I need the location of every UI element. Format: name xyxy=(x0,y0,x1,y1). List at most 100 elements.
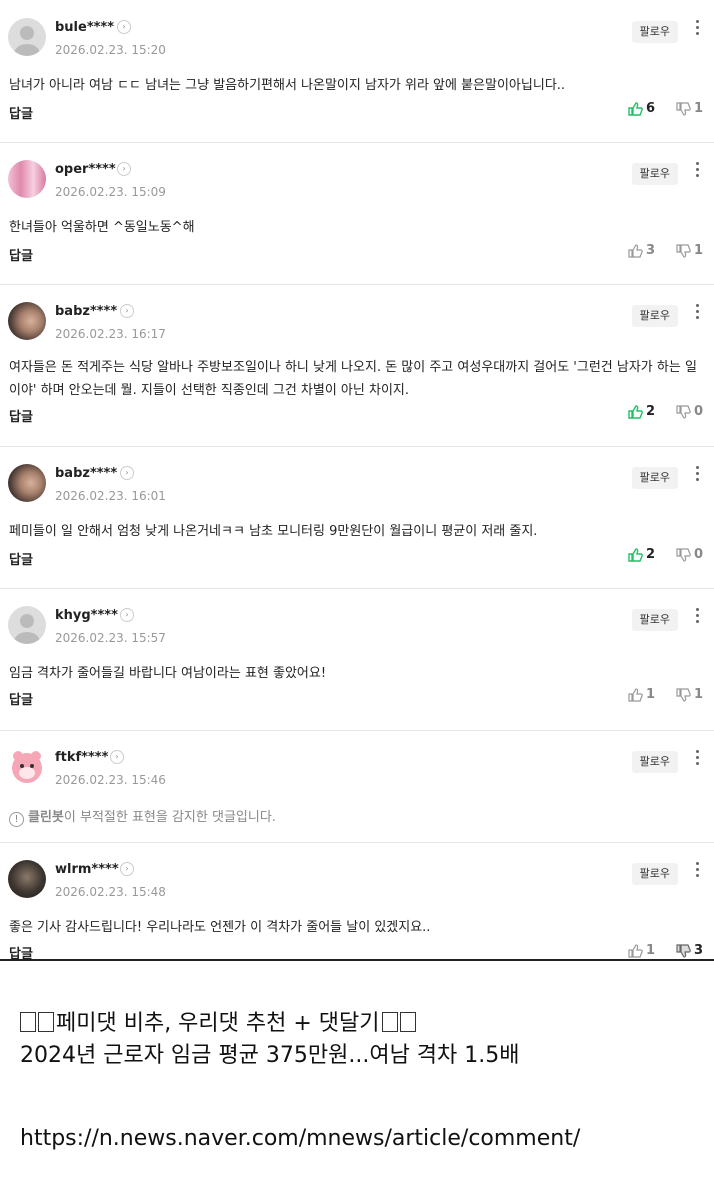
like-count: 1 xyxy=(646,943,656,958)
chevron-right-icon[interactable]: › xyxy=(120,466,134,480)
dislike-count: 1 xyxy=(694,243,704,258)
avatar[interactable] xyxy=(8,860,46,898)
comment-date: 2026.02.23. 15:46 xyxy=(55,773,166,787)
divider xyxy=(0,959,714,961)
caption-line2: 2024년 근로자 임금 평균 375만원...여남 격차 1.5배 xyxy=(20,1043,520,1068)
reply-button[interactable]: 답글 xyxy=(9,689,33,708)
more-options-icon[interactable] xyxy=(696,862,700,880)
comment-text: 여자들은 돈 적게주는 식당 알바나 주방보조일이나 하니 낮게 나오지. 돈 … xyxy=(9,360,697,398)
comment-text: 페미들이 일 안해서 엄청 낮게 나온거네ㅋㅋ 남초 모니터링 9만원단이 월급… xyxy=(9,524,538,539)
avatar[interactable] xyxy=(8,302,46,340)
more-options-icon[interactable] xyxy=(696,608,700,626)
dislike-button[interactable]: 1 xyxy=(676,243,703,258)
like-count: 3 xyxy=(646,243,656,258)
thumbs-up-icon xyxy=(628,943,643,958)
thumbs-up-icon xyxy=(628,404,643,419)
avatar[interactable] xyxy=(8,160,46,198)
missing-glyph-icon xyxy=(38,1012,54,1032)
thumbs-down-icon xyxy=(676,243,691,258)
avatar[interactable] xyxy=(8,18,46,56)
like-count: 2 xyxy=(646,404,656,419)
like-count: 6 xyxy=(646,101,656,116)
like-button[interactable]: 2 xyxy=(628,404,655,419)
username[interactable]: ftkf**** xyxy=(55,750,108,765)
chevron-right-icon[interactable]: › xyxy=(120,608,134,622)
caption-line1-text: 페미댓 비추, 우리댓 추천 + 댓달기 xyxy=(56,1011,380,1036)
cleanbot-notice: ! 클린봇이 부적절한 표현을 감지한 댓글입니다. xyxy=(9,806,276,827)
username[interactable]: babz**** xyxy=(55,304,117,319)
follow-button[interactable]: 팔로우 xyxy=(631,467,678,489)
reply-button[interactable]: 답글 xyxy=(9,406,33,425)
follow-button[interactable]: 팔로우 xyxy=(631,163,678,185)
follow-button[interactable]: 팔로우 xyxy=(631,305,678,327)
thumbs-up-icon xyxy=(628,101,643,116)
reply-button[interactable]: 답글 xyxy=(9,549,33,568)
avatar[interactable] xyxy=(8,748,46,786)
dislike-button[interactable]: 1 xyxy=(676,101,703,116)
comment-item: wlrm**** › 2026.02.23. 15:48 팔로우 좋은 기사 감… xyxy=(0,842,714,962)
caption-line1: 페미댓 비추, 우리댓 추천 + 댓달기 xyxy=(20,1005,418,1037)
chevron-right-icon[interactable]: › xyxy=(117,162,131,176)
dislike-button[interactable]: 0 xyxy=(676,547,703,562)
reply-button[interactable]: 답글 xyxy=(9,103,33,122)
reply-button[interactable]: 답글 xyxy=(9,245,33,264)
follow-button[interactable]: 팔로우 xyxy=(631,751,678,773)
comment-date: 2026.02.23. 16:01 xyxy=(55,489,166,503)
thumbs-down-icon xyxy=(676,547,691,562)
warning-icon: ! xyxy=(9,812,24,827)
missing-glyph-icon xyxy=(381,1012,398,1032)
missing-glyph-icon xyxy=(399,1012,416,1032)
dislike-count: 1 xyxy=(694,687,704,702)
comment-item: ftkf**** › 2026.02.23. 15:46 팔로우 ! 클린봇이 부… xyxy=(0,730,714,843)
comment-item: oper**** › 2026.02.23. 15:09 팔로우 한녀들아 억울… xyxy=(0,142,714,285)
comment-text: 남녀가 아니라 여남 ㄷㄷ 남녀는 그냥 발음하기편해서 나온말이지 남자가 위… xyxy=(9,78,566,93)
like-count: 1 xyxy=(646,687,656,702)
dislike-count: 0 xyxy=(694,404,704,419)
comment-text: 한녀들아 억울하면 ^동일노동^해 xyxy=(9,220,195,235)
like-count: 2 xyxy=(646,547,656,562)
cleanbot-label: 클린봇 xyxy=(28,810,64,825)
comment-text: 좋은 기사 감사드립니다! 우리나라도 언젠가 이 격차가 줄어들 날이 있겠지… xyxy=(9,920,431,935)
comment-date: 2026.02.23. 15:57 xyxy=(55,631,166,645)
username[interactable]: babz**** xyxy=(55,466,117,481)
dislike-count: 1 xyxy=(694,101,704,116)
comment-date: 2026.02.23. 15:48 xyxy=(55,885,166,899)
like-button[interactable]: 1 xyxy=(628,943,655,958)
thumbs-down-icon xyxy=(676,404,691,419)
like-button[interactable]: 3 xyxy=(628,243,655,258)
follow-button[interactable]: 팔로우 xyxy=(631,21,678,43)
chevron-right-icon[interactable]: › xyxy=(117,20,131,34)
like-button[interactable]: 6 xyxy=(628,101,655,116)
dislike-count: 0 xyxy=(694,547,704,562)
comment-date: 2026.02.23. 15:09 xyxy=(55,185,166,199)
chevron-right-icon[interactable]: › xyxy=(110,750,124,764)
dislike-button[interactable]: 1 xyxy=(676,687,703,702)
username[interactable]: oper**** xyxy=(55,162,116,177)
comment-date: 2026.02.23. 15:20 xyxy=(55,43,166,57)
chevron-right-icon[interactable]: › xyxy=(120,304,134,318)
cleanbot-text: 이 부적절한 표현을 감지한 댓글입니다. xyxy=(63,810,276,825)
username[interactable]: khyg**** xyxy=(55,608,118,623)
more-options-icon[interactable] xyxy=(696,162,700,180)
more-options-icon[interactable] xyxy=(696,304,700,322)
avatar[interactable] xyxy=(8,606,46,644)
like-button[interactable]: 2 xyxy=(628,547,655,562)
dislike-count: 3 xyxy=(694,943,704,958)
chevron-right-icon[interactable]: › xyxy=(120,862,134,876)
avatar[interactable] xyxy=(8,464,46,502)
dislike-button[interactable]: 3 xyxy=(676,943,703,958)
username[interactable]: bule**** xyxy=(55,20,114,35)
dislike-button[interactable]: 0 xyxy=(676,404,703,419)
comment-item: bule**** › 2026.02.23. 15:20 팔로우 남녀가 아니라… xyxy=(0,0,714,143)
source-url[interactable]: https://n.news.naver.com/mnews/article/c… xyxy=(20,1126,580,1151)
follow-button[interactable]: 팔로우 xyxy=(631,863,678,885)
follow-button[interactable]: 팔로우 xyxy=(631,609,678,631)
missing-glyph-icon xyxy=(20,1012,36,1032)
more-options-icon[interactable] xyxy=(696,466,700,484)
comment-item: khyg**** › 2026.02.23. 15:57 팔로우 임금 격차가 … xyxy=(0,588,714,731)
thumbs-down-icon xyxy=(676,101,691,116)
more-options-icon[interactable] xyxy=(696,750,700,768)
like-button[interactable]: 1 xyxy=(628,687,655,702)
username[interactable]: wlrm**** xyxy=(55,862,119,877)
more-options-icon[interactable] xyxy=(696,20,700,38)
